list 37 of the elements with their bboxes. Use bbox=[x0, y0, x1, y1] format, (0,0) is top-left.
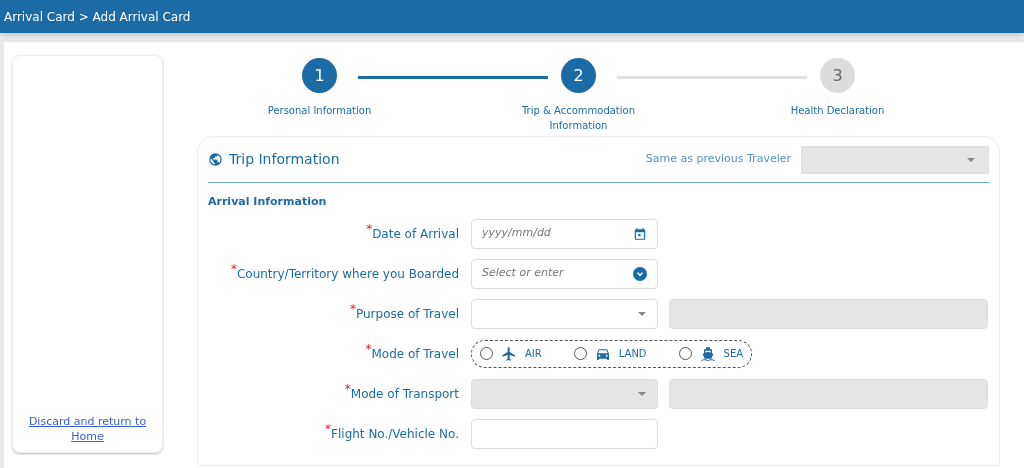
select-field[interactable] bbox=[471, 298, 658, 329]
airplane-icon bbox=[501, 345, 517, 362]
required-mark: * bbox=[230, 262, 237, 275]
same-as-label: Same as previous Traveler bbox=[645, 151, 791, 168]
required-mark: * bbox=[325, 422, 332, 435]
step-label: Personal Information bbox=[266, 104, 373, 118]
required-mark: * bbox=[349, 302, 356, 315]
ship-icon bbox=[699, 345, 716, 362]
subsection-title: Arrival Information bbox=[208, 194, 328, 210]
radio-label: AIR bbox=[525, 347, 542, 361]
radio-label: LAND bbox=[618, 347, 647, 361]
step-label: Trip & Accommodation Information bbox=[520, 104, 636, 133]
field-label: Mode of Transport bbox=[350, 386, 459, 403]
date-placeholder: yyyy/mm/dd bbox=[482, 225, 551, 242]
step-label: Health Declaration bbox=[789, 104, 886, 118]
required-mark: * bbox=[365, 342, 372, 355]
field-label: Mode of Travel bbox=[371, 346, 459, 363]
globe-icon bbox=[208, 152, 223, 167]
field-label: Flight No./Vehicle No. bbox=[331, 426, 459, 443]
calendar-icon bbox=[633, 226, 647, 241]
required-mark: * bbox=[344, 382, 351, 395]
caret-icon bbox=[637, 390, 647, 397]
field-label: Purpose of Travel bbox=[355, 306, 459, 323]
radio-label: SEA bbox=[723, 347, 744, 361]
breadcrumb: Arrival Card > Add Arrival Card bbox=[4, 8, 191, 26]
caret-icon bbox=[637, 310, 647, 317]
field-label: Country/Territory where you Boarded bbox=[236, 266, 459, 283]
date-field[interactable]: yyyy/mm/dd bbox=[471, 218, 658, 249]
caret-icon bbox=[966, 156, 976, 163]
required-mark: * bbox=[366, 222, 373, 235]
discard-link[interactable]: Discard and return to Home bbox=[13, 414, 162, 444]
chevron-down-icon bbox=[633, 266, 647, 281]
country-combo-field[interactable]: Select or enter bbox=[471, 258, 658, 289]
combo-placeholder: Select or enter bbox=[482, 265, 564, 282]
flight-number-field[interactable] bbox=[471, 418, 658, 449]
section-title: Trip Information bbox=[229, 150, 340, 169]
field-label: Date of Arrival bbox=[372, 226, 459, 243]
